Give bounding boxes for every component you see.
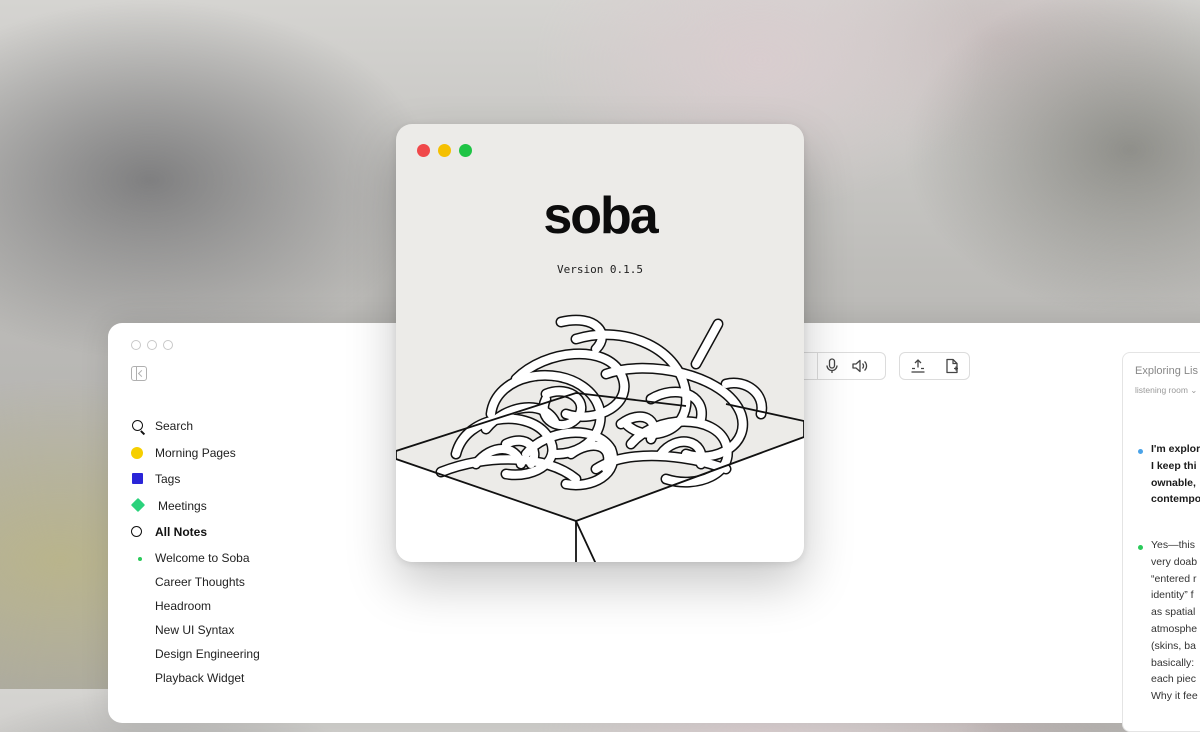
user-bullet-icon [1138, 449, 1143, 454]
zoom-button[interactable] [163, 340, 173, 350]
sidebar-item-search[interactable]: Search [130, 413, 380, 440]
minimize-button[interactable] [147, 340, 157, 350]
note-item[interactable]: Headroom [130, 594, 380, 618]
chat-panel: Exploring Lis listening room ⌄ I'm explo… [1122, 352, 1200, 732]
yellow-circle-icon [130, 446, 155, 460]
sidebar-item-morning-pages[interactable]: Morning Pages [130, 440, 380, 467]
export-icon [911, 359, 924, 373]
message-line: basically: [1151, 656, 1195, 669]
note-item[interactable]: New UI Syntax [130, 618, 380, 642]
about-window: soba Version 0.1.5 [396, 124, 804, 562]
speaker-button[interactable] [846, 353, 874, 379]
message-line: “entered r [1151, 572, 1197, 585]
note-title: Headroom [155, 598, 212, 613]
message-line: (skins, ba [1151, 639, 1196, 652]
message-line: Yes—this [1151, 539, 1195, 551]
green-diamond-icon [130, 497, 155, 513]
sidebar-item-label: Meetings [158, 498, 207, 513]
message-line: ownable, [1151, 476, 1196, 489]
note-item[interactable]: Playback Widget [130, 666, 380, 690]
note-title: Playback Widget [155, 670, 245, 685]
sidebar-toggle-icon[interactable] [131, 366, 147, 381]
about-window-controls [417, 144, 472, 157]
note-title: New UI Syntax [155, 622, 235, 637]
note-item-welcome[interactable]: Welcome to Soba [130, 546, 380, 570]
message-line: each piec [1151, 673, 1196, 686]
ring-icon [130, 525, 155, 539]
message-line: contempo [1151, 493, 1200, 506]
version-label: Version 0.1.5 [556, 263, 644, 276]
room-selector[interactable]: listening room ⌄ [1135, 385, 1197, 396]
message-line: identity” f [1151, 589, 1194, 602]
app-logo-title: soba [543, 187, 658, 245]
sidebar-item-label: Morning Pages [155, 445, 236, 460]
close-button[interactable] [417, 144, 430, 157]
sidebar-nav: Search Morning Pages Tags Meetings All N… [130, 413, 380, 690]
file-toolbar [899, 352, 970, 380]
message-line: as spatial [1151, 606, 1196, 619]
active-dot-icon [138, 556, 142, 561]
new-document-icon [946, 358, 958, 374]
note-title: Career Thoughts [155, 574, 245, 589]
sidebar-item-label: Tags [155, 472, 181, 487]
note-item[interactable]: Career Thoughts [130, 570, 380, 594]
new-document-button[interactable] [935, 353, 969, 379]
message-line: Why it fee [1151, 690, 1198, 703]
message-line: I keep thi [1151, 459, 1197, 472]
blue-square-icon [130, 472, 155, 486]
assistant-message: Yes—this very doab “entered r identity” … [1151, 537, 1198, 705]
close-button[interactable] [131, 340, 141, 350]
noodle-box-illustration [396, 314, 804, 562]
message-line: I'm explor [1151, 443, 1200, 455]
assistant-bullet-icon [1138, 545, 1143, 550]
zoom-button[interactable] [459, 144, 472, 157]
sidebar-item-all-notes[interactable]: All Notes [130, 519, 380, 546]
minimize-button[interactable] [438, 144, 451, 157]
note-title: Design Engineering [155, 646, 260, 661]
message-line: atmosphe [1151, 622, 1198, 635]
search-icon [130, 419, 155, 433]
export-button[interactable] [900, 353, 935, 379]
speaker-icon [852, 359, 868, 373]
note-title: Welcome to Soba [155, 550, 250, 565]
microphone-button[interactable] [818, 353, 846, 379]
user-message: I'm explor I keep thi ownable, contempo [1151, 441, 1200, 508]
message-line: very doab [1151, 555, 1198, 568]
microphone-icon [826, 358, 838, 373]
sidebar-item-label: Search [155, 419, 194, 434]
window-controls [131, 340, 173, 350]
sidebar-item-tags[interactable]: Tags [130, 466, 380, 493]
sidebar-item-meetings[interactable]: Meetings [130, 493, 380, 520]
panel-title: Exploring Lis [1135, 365, 1198, 377]
note-item[interactable]: Design Engineering [130, 642, 380, 666]
sidebar-item-label: All Notes [155, 525, 208, 540]
